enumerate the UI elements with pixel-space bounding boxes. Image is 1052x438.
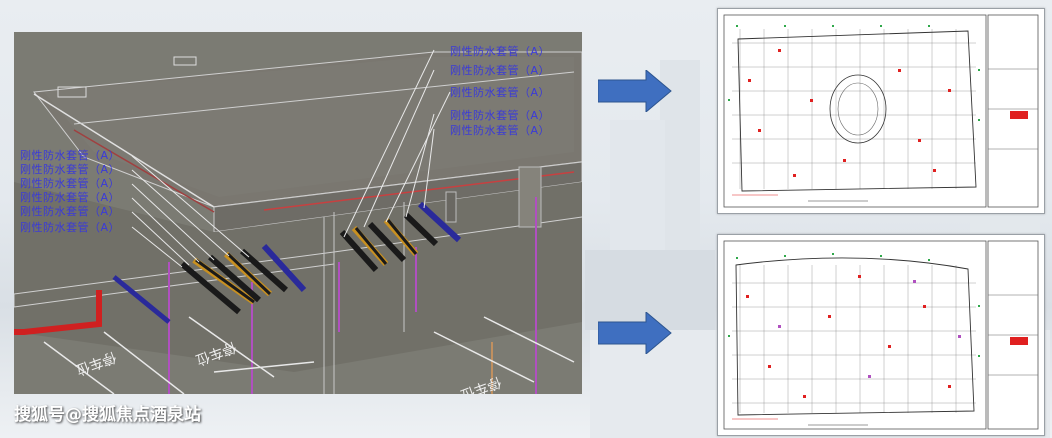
cad-drawing-sheet-lower [717, 234, 1045, 436]
sleeve-callout-right-5: 刚性防水套管（A） [450, 124, 551, 137]
cad-drawing-sheet-upper [717, 8, 1045, 214]
sleeve-callout-left-3: 刚性防水套管（A） [20, 177, 121, 190]
sleeve-callout-right-3: 刚性防水套管（A） [450, 86, 551, 99]
sleeve-callout-right-2: 刚性防水套管（A） [450, 64, 551, 77]
sleeve-callout-left-4: 刚性防水套管（A） [20, 191, 121, 204]
arrow-right-icon [598, 70, 672, 112]
cad-floor-plan-upper [723, 14, 1039, 208]
sleeve-callout-right-4: 刚性防水套管（A） [450, 109, 551, 122]
sleeve-callout-left-5: 刚性防水套管（A） [20, 205, 121, 218]
sleeve-callout-left-2: 刚性防水套管（A） [20, 163, 121, 176]
watermark-text: 搜狐号@搜狐焦点酒泉站 [14, 405, 201, 425]
sleeve-callout-left-1: 刚性防水套管（A） [20, 149, 121, 162]
arrow-right-icon [598, 312, 672, 354]
cad-floor-plan-lower [723, 240, 1039, 430]
sleeve-callout-right-1: 刚性防水套管（A） [450, 45, 551, 58]
bim-3d-model-view: 停车位 停车位 停车位 刚性防水套管（A） 刚性防水套管（A） 刚性防水套管（A… [14, 32, 582, 394]
sleeve-callout-left-6: 刚性防水套管（A） [20, 221, 121, 234]
